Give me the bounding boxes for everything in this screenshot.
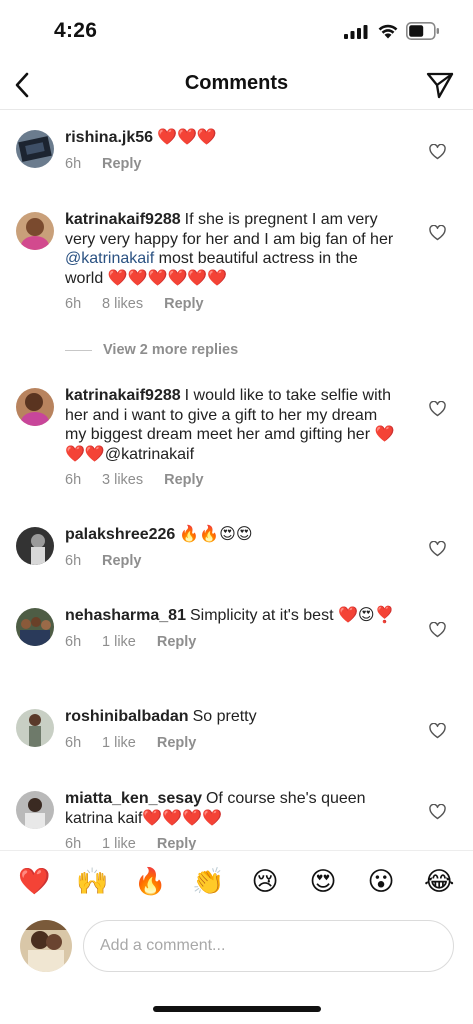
emoji-laughing-button[interactable]: 😂 <box>424 866 454 896</box>
comment-username[interactable]: rishina.jk56 <box>65 129 153 146</box>
avatar[interactable] <box>16 527 54 565</box>
avatar[interactable] <box>16 212 54 250</box>
comment-time: 6h <box>65 633 82 650</box>
avatar[interactable] <box>16 608 54 646</box>
view-more-replies-button[interactable]: View 2 more replies <box>65 342 238 358</box>
battery-icon <box>406 22 439 40</box>
reply-button[interactable]: Reply <box>157 836 197 850</box>
heart-icon[interactable] <box>429 401 446 417</box>
home-indicator[interactable] <box>153 1006 321 1012</box>
heart-icon[interactable] <box>429 225 446 241</box>
wifi-icon <box>378 24 398 39</box>
comment-likes[interactable]: 1 like <box>102 836 136 850</box>
cellular-signal-icon <box>344 25 368 39</box>
heart-icon[interactable] <box>429 723 446 739</box>
emoji-crying-button[interactable]: 😢 <box>250 866 280 896</box>
heart-icon[interactable] <box>429 622 446 638</box>
emoji-fire-button[interactable]: 🔥 <box>134 866 166 896</box>
comment-username[interactable]: katrinakaif9288 <box>65 211 181 228</box>
comment-text: 🔥🔥😍😍 <box>179 526 253 543</box>
comment-time: 6h <box>65 734 82 751</box>
avatar[interactable] <box>16 130 54 168</box>
comment-time: 6h <box>65 155 82 172</box>
comment-username[interactable]: miatta_ken_sesay <box>65 790 202 807</box>
reply-button[interactable]: Reply <box>164 296 204 312</box>
emoji-surprised-button[interactable]: 😮 <box>366 866 396 896</box>
mention-link[interactable]: @katrinakaif <box>65 250 154 267</box>
status-bar: 4:26 <box>0 0 473 60</box>
avatar <box>20 920 72 972</box>
emoji-clap-button[interactable]: 👏 <box>192 866 224 896</box>
emoji-heart-eyes-button[interactable]: 😍 <box>308 866 338 896</box>
comment-likes[interactable]: 3 likes <box>102 472 143 488</box>
emoji-heart-button[interactable]: ❤️ <box>18 866 50 896</box>
comment-username[interactable]: katrinakaif9288 <box>65 387 181 404</box>
comments-header: Comments <box>0 60 473 110</box>
view-more-replies-label: View 2 more replies <box>103 342 239 358</box>
comment-time: 6h <box>65 836 82 850</box>
reply-button[interactable]: Reply <box>157 735 197 751</box>
comment-likes[interactable]: 1 like <box>102 634 136 650</box>
comment-input[interactable] <box>83 920 454 972</box>
comment-text: ❤️❤️❤️ <box>157 129 217 146</box>
status-time: 4:26 <box>54 19 98 42</box>
comment-likes[interactable]: 8 likes <box>102 296 143 312</box>
emoji-reaction-bar: ❤️ 🙌 🔥 👏 😢 😍 😮 😂 <box>0 850 473 910</box>
avatar[interactable] <box>16 388 54 426</box>
comment-username[interactable]: nehasharma_81 <box>65 607 186 624</box>
heart-icon[interactable] <box>429 804 446 820</box>
avatar[interactable] <box>16 709 54 747</box>
comment-time: 6h <box>65 472 82 488</box>
comment-text: Simplicity at it's best ❤️😍❣️ <box>189 607 395 624</box>
comment-composer <box>0 912 473 982</box>
reply-button[interactable]: Reply <box>102 553 142 569</box>
page-title: Comments <box>184 72 289 94</box>
comment-username[interactable]: roshinibalbadan <box>65 708 189 725</box>
reply-button[interactable]: Reply <box>157 634 197 650</box>
avatar[interactable] <box>16 791 54 829</box>
comments-list: rishina.jk56 ❤️❤️❤️ 6h Reply katrinakaif9… <box>0 110 473 850</box>
reply-button[interactable]: Reply <box>164 472 204 488</box>
comment-time: 6h <box>65 552 82 569</box>
send-direct-icon[interactable] <box>425 70 455 100</box>
comment-text: So pretty <box>192 708 257 725</box>
heart-icon[interactable] <box>429 144 446 160</box>
comment-username[interactable]: palakshree226 <box>65 526 175 543</box>
divider <box>65 349 92 351</box>
heart-icon[interactable] <box>429 541 446 557</box>
reply-button[interactable]: Reply <box>102 156 142 172</box>
comment-time: 6h <box>65 296 82 312</box>
comment-likes[interactable]: 1 like <box>102 735 136 751</box>
emoji-raised-hands-button[interactable]: 🙌 <box>76 866 108 896</box>
